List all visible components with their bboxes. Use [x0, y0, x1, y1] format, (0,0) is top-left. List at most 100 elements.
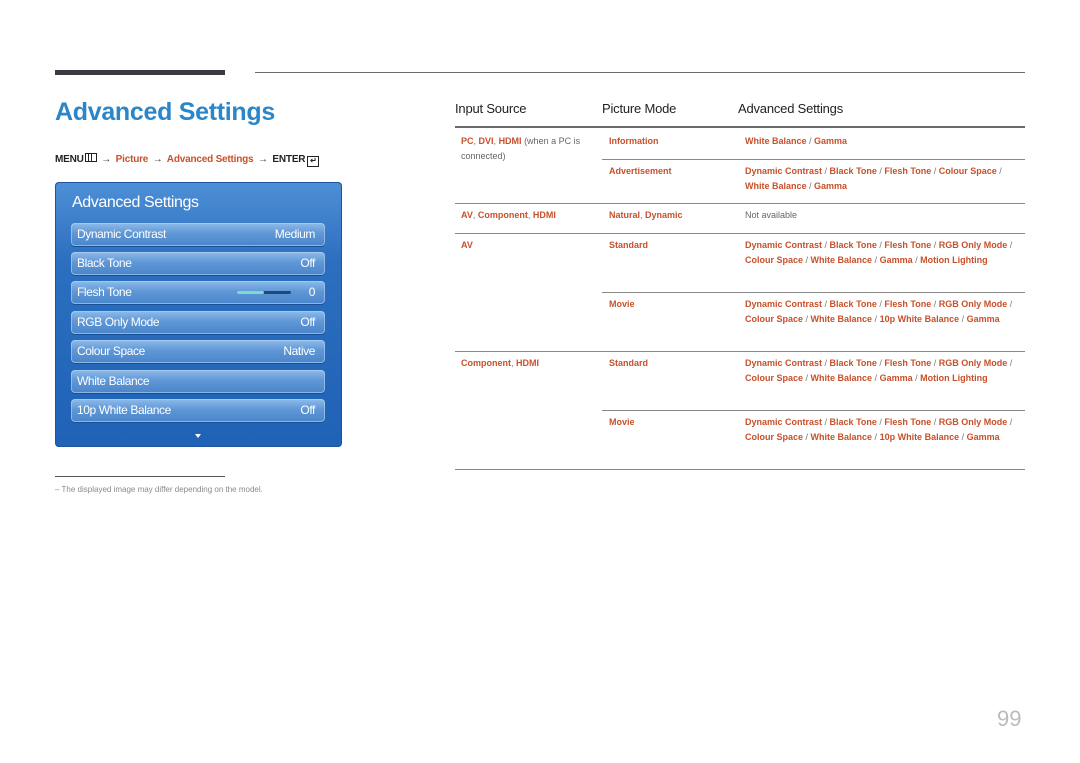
setting-name: RGB Only Mode	[938, 358, 1008, 368]
setting-name: Flesh Tone	[884, 166, 932, 176]
setting-name: Advertisement	[609, 166, 672, 176]
setting-name: White Balance	[810, 313, 873, 324]
separator: /	[822, 166, 830, 176]
cell-picture-mode: Standard	[609, 238, 729, 253]
osd-item-label: Flesh Tone	[77, 285, 132, 299]
setting-name: AV	[461, 210, 473, 220]
cell-input-source: Component, HDMI	[461, 356, 591, 371]
setting-name: Dynamic Contrast	[745, 240, 823, 250]
separator: /	[872, 372, 880, 383]
breadcrumb-advanced-settings[interactable]: Advanced Settings	[167, 154, 254, 165]
separator: /	[1007, 240, 1013, 250]
cell-picture-mode: Movie	[609, 297, 729, 312]
page-number: 99	[997, 706, 1022, 731]
osd-item-rgb-only-mode[interactable]: RGB Only Mode Off	[71, 311, 325, 334]
separator: /	[996, 166, 1002, 176]
separator: /	[1007, 417, 1013, 427]
setting-name: Black Tone	[829, 166, 877, 176]
setting-name: White Balance	[810, 372, 873, 383]
setting-name: Motion Lighting	[920, 372, 988, 383]
separator: /	[959, 313, 967, 324]
chevron-down-icon[interactable]	[195, 434, 201, 438]
osd-item-value: Off	[300, 315, 315, 329]
header-input-source: Input Source	[455, 101, 527, 116]
row-divider	[455, 351, 1025, 352]
setting-name: White Balance	[745, 180, 807, 191]
cell-advanced-settings: Dynamic Contrast / Black Tone / Flesh To…	[745, 238, 1021, 267]
header-advanced-settings: Advanced Settings	[738, 101, 844, 116]
osd-item-colour-space[interactable]: Colour Space Native	[71, 340, 325, 363]
osd-item-flesh-tone[interactable]: Flesh Tone 0	[71, 281, 325, 304]
osd-item-dynamic-contrast[interactable]: Dynamic Contrast Medium	[71, 223, 325, 246]
setting-name: Dynamic	[645, 210, 683, 220]
setting-name: Movie	[609, 299, 635, 309]
not-available: Not available	[745, 210, 798, 220]
setting-name: Motion Lighting	[920, 254, 988, 265]
setting-name: Standard	[609, 240, 649, 250]
cell-picture-mode: Information	[609, 134, 729, 149]
separator: /	[872, 313, 880, 324]
header-bar-thick	[55, 70, 225, 75]
separator: /	[803, 313, 811, 324]
separator: /	[1007, 299, 1013, 309]
osd-item-label: White Balance	[77, 374, 150, 388]
row-divider	[455, 469, 1025, 470]
cell-picture-mode: Natural, Dynamic	[609, 208, 729, 223]
setting-name: Movie	[609, 417, 635, 427]
row-divider	[455, 203, 1025, 204]
setting-name: 10p White Balance	[879, 313, 960, 324]
setting-name: Gamma	[879, 372, 913, 383]
cell-input-source: AV	[461, 238, 591, 253]
setting-name: HDMI	[532, 210, 556, 220]
flesh-tone-slider[interactable]	[237, 291, 291, 294]
settings-table: Input Source Picture Mode Advanced Setti…	[455, 98, 1025, 470]
separator: /	[1007, 358, 1013, 368]
separator: /	[872, 254, 880, 265]
cell-advanced-settings: White Balance / Gamma	[745, 134, 1021, 149]
separator: /	[931, 240, 939, 250]
setting-name: Flesh Tone	[884, 358, 932, 368]
separator: /	[959, 431, 967, 442]
setting-name: Black Tone	[829, 358, 877, 368]
setting-name: Gamma	[814, 180, 848, 191]
separator: /	[803, 254, 811, 265]
osd-item-white-balance[interactable]: White Balance	[71, 370, 325, 393]
setting-name: Gamma	[966, 313, 1000, 324]
enter-icon: ↵	[307, 156, 320, 167]
setting-name: Black Tone	[829, 417, 877, 427]
separator: /	[822, 299, 830, 309]
cell-advanced-settings: Dynamic Contrast / Black Tone / Flesh To…	[745, 164, 1021, 193]
cell-advanced-settings: Dynamic Contrast / Black Tone / Flesh To…	[745, 297, 1021, 326]
osd-item-black-tone[interactable]: Black Tone Off	[71, 252, 325, 275]
separator: /	[822, 358, 830, 368]
setting-name: Dynamic Contrast	[745, 417, 823, 427]
menu-icon	[84, 153, 97, 162]
setting-name: RGB Only Mode	[938, 240, 1008, 250]
cell-input-source: PC, DVI, HDMI (when a PC is connected)	[461, 134, 591, 163]
osd-item-10p-white-balance[interactable]: 10p White Balance Off	[71, 399, 325, 422]
breadcrumb-picture[interactable]: Picture	[116, 154, 149, 165]
page-title: Advanced Settings	[55, 98, 275, 126]
setting-name: RGB Only Mode	[938, 417, 1008, 427]
separator: /	[931, 417, 939, 427]
setting-name: PC	[461, 136, 474, 146]
cell-advanced-settings: Dynamic Contrast / Black Tone / Flesh To…	[745, 415, 1021, 444]
row-divider	[602, 159, 1025, 160]
setting-name: Gamma	[966, 431, 1000, 442]
setting-name: Colour Space	[938, 166, 997, 176]
setting-name: HDMI	[498, 136, 522, 146]
row-divider	[602, 410, 1025, 411]
setting-name: Flesh Tone	[884, 417, 932, 427]
cell-picture-mode: Advertisement	[609, 164, 729, 179]
breadcrumb-menu: MENU	[55, 154, 84, 165]
breadcrumb-arrow: →	[152, 154, 163, 165]
separator: /	[912, 372, 921, 383]
setting-name: DVI	[478, 136, 494, 146]
osd-item-label: RGB Only Mode	[77, 315, 160, 329]
osd-item-label: Black Tone	[77, 256, 132, 270]
setting-name: Component	[477, 210, 528, 220]
separator: /	[803, 431, 811, 442]
breadcrumb: MENU → Picture → Advanced Settings → ENT…	[55, 153, 320, 167]
setting-name: White Balance	[810, 431, 873, 442]
cell-input-source: AV, Component, HDMI	[461, 208, 591, 223]
